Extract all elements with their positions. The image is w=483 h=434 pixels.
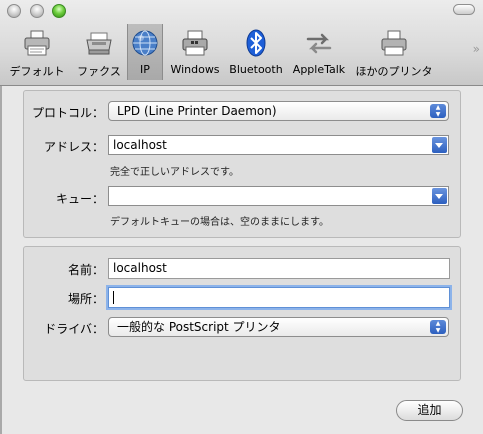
titlebar-toolbar: デフォルト ファクス IP Windows Bluetooth AppleTal… xyxy=(0,0,483,86)
name-value: localhost xyxy=(113,261,167,275)
toolbar-label-other: ほかのプリンタ xyxy=(355,65,433,78)
toolbar-label-windows: Windows xyxy=(170,63,220,76)
toolbar-item-appletalk[interactable]: AppleTalk xyxy=(288,24,350,80)
toolbar-item-windows[interactable]: Windows xyxy=(168,24,222,80)
location-label: 場所： xyxy=(67,292,104,306)
location-field[interactable] xyxy=(108,287,450,308)
zoom-button[interactable] xyxy=(52,4,66,18)
other-printer-icon xyxy=(381,30,407,56)
toolbar-item-other[interactable]: ほかのプリンタ xyxy=(352,24,436,80)
text-caret xyxy=(113,291,114,304)
toolbar-item-ip[interactable]: IP xyxy=(127,24,163,80)
fax-icon xyxy=(86,32,112,55)
name-label: 名前： xyxy=(67,263,104,277)
queue-dropdown-arrow-icon[interactable] xyxy=(432,188,447,204)
bluetooth-icon xyxy=(246,29,266,57)
ip-globe-icon xyxy=(132,30,158,56)
toolbar-item-fax[interactable]: ファクス xyxy=(72,24,126,80)
address-label: アドレス： xyxy=(43,140,104,154)
toolbar-item-bluetooth[interactable]: Bluetooth xyxy=(226,24,286,80)
protocol-label: プロトコル： xyxy=(31,106,104,120)
queue-combo-field[interactable] xyxy=(108,186,449,206)
popup-arrows-icon: ▲ ▼ xyxy=(430,104,446,118)
queue-label: キュー： xyxy=(55,192,104,206)
toolbar-label-default: デフォルト xyxy=(9,65,65,78)
toolbar-label-appletalk: AppleTalk xyxy=(292,63,346,76)
printer-default-icon xyxy=(24,30,50,56)
address-combo-field[interactable]: localhost xyxy=(108,135,449,155)
queue-hint: デフォルトキューの場合は、空のままにします。 xyxy=(110,217,329,228)
toolbar-label-fax: ファクス xyxy=(77,65,121,78)
driver-label: ドライバ： xyxy=(44,322,104,336)
name-field[interactable]: localhost xyxy=(108,258,450,279)
appletalk-icon xyxy=(306,33,332,54)
minimize-button[interactable] xyxy=(30,4,44,18)
address-dropdown-arrow-icon[interactable] xyxy=(432,137,447,153)
driver-value: 一般的な PostScript プリンタ xyxy=(117,320,281,334)
toolbar-overflow-chevron-icon[interactable]: » xyxy=(473,42,481,56)
toolbar-item-default[interactable]: デフォルト xyxy=(6,24,68,80)
windows-printer-icon xyxy=(182,30,208,56)
address-value: localhost xyxy=(113,138,167,152)
toolbar-toggle-button[interactable] xyxy=(453,4,475,15)
address-hint: 完全で正しいアドレスです。 xyxy=(110,167,239,178)
close-button[interactable] xyxy=(7,4,21,18)
toolbar-label-ip: IP xyxy=(140,63,150,76)
toolbar-label-bluetooth: Bluetooth xyxy=(229,63,283,76)
protocol-popup[interactable]: LPD (Line Printer Daemon) ▲ ▼ xyxy=(108,101,449,121)
driver-popup[interactable]: 一般的な PostScript プリンタ ▲ ▼ xyxy=(108,317,449,337)
add-printer-window: デフォルト ファクス IP Windows Bluetooth AppleTal… xyxy=(0,0,483,434)
protocol-value: LPD (Line Printer Daemon) xyxy=(117,104,277,118)
popup-arrows-icon: ▲ ▼ xyxy=(430,320,446,334)
add-button[interactable]: 追加 xyxy=(396,400,463,421)
